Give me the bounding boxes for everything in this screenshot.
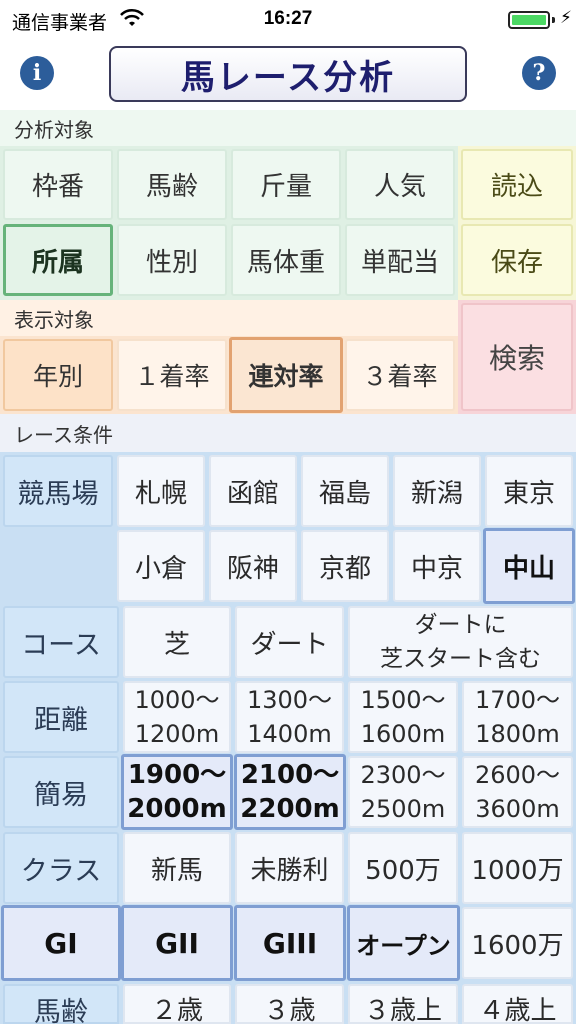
distance-1000-1200[interactable]: 1000〜 1200m	[123, 681, 231, 753]
distance-from: 2600〜	[474, 761, 561, 789]
racecourse-fukushima[interactable]: 福島	[301, 455, 389, 527]
racecourse-hanshin[interactable]: 阪神	[209, 530, 297, 602]
racecourse-tokyo[interactable]: 東京	[485, 455, 573, 527]
display-top3-rate-button[interactable]: ３着率	[345, 339, 455, 411]
info-icon[interactable]: i	[20, 56, 54, 90]
distance-header: 距離	[3, 681, 119, 753]
load-button[interactable]: 読込	[461, 149, 573, 220]
course-dirt-turf-line2: 芝スタート含む	[380, 646, 541, 672]
distance-to: 2200m	[240, 794, 340, 824]
distance-1900-2000[interactable]: 1900〜 2000m	[121, 754, 233, 830]
age-3yo[interactable]: ３歳	[235, 984, 344, 1026]
class-g2[interactable]: GII	[121, 905, 233, 981]
distance-2300-2500[interactable]: 2300〜 2500m	[348, 756, 458, 828]
distance-2100-2200[interactable]: 2100〜 2200m	[234, 754, 346, 830]
analysis-sex-button[interactable]: 性別	[117, 224, 227, 296]
distance-from: 1700〜	[474, 686, 561, 714]
status-bar: 通信事業者 16:27 ⚡	[0, 0, 576, 40]
status-time: 16:27	[263, 8, 313, 29]
battery-icon	[508, 11, 550, 29]
distance-to: 1600m	[360, 720, 446, 748]
help-icon[interactable]: ?	[522, 56, 556, 90]
class-500[interactable]: 500万	[348, 832, 458, 904]
distance-from: 1000〜	[134, 686, 220, 714]
class-1000[interactable]: 1000万	[462, 832, 573, 904]
racecourse-nakayama[interactable]: 中山	[483, 528, 575, 604]
display-yearly-button[interactable]: 年別	[3, 339, 113, 411]
distance-to: 2000m	[127, 794, 227, 824]
racecourse-sapporo[interactable]: 札幌	[117, 455, 205, 527]
analysis-popularity-button[interactable]: 人気	[345, 149, 455, 220]
class-g3[interactable]: GIII	[234, 905, 346, 981]
distance-to: 3600m	[475, 795, 560, 823]
analysis-waku-button[interactable]: 枠番	[3, 149, 113, 220]
age-header: 馬齢	[3, 984, 119, 1028]
racecourse-header: 競馬場	[3, 455, 113, 527]
distance-1500-1600[interactable]: 1500〜 1600m	[348, 681, 458, 753]
racecourse-hakodate[interactable]: 函館	[209, 455, 297, 527]
distance-from: 2100〜	[240, 760, 340, 790]
app-title: 馬レース分析	[109, 46, 467, 102]
course-dirt-turf-start[interactable]: ダートに 芝スタート含む	[348, 606, 573, 678]
class-g1[interactable]: GI	[1, 905, 121, 981]
class-open[interactable]: オープン	[347, 905, 460, 981]
class-newcomer[interactable]: 新馬	[123, 832, 231, 904]
racecourse-niigata[interactable]: 新潟	[393, 455, 481, 527]
analysis-body-weight-button[interactable]: 馬体重	[231, 224, 341, 296]
distance-to: 1400m	[247, 720, 332, 748]
save-button[interactable]: 保存	[461, 224, 573, 296]
display-win-rate-button[interactable]: １着率	[117, 339, 227, 411]
race-conditions-label: レース条件	[0, 414, 576, 452]
distance-from: 1900〜	[127, 760, 227, 790]
distance-to: 1800m	[475, 720, 560, 748]
age-2yo[interactable]: ２歳	[123, 984, 231, 1026]
analysis-stable-button[interactable]: 所属	[3, 224, 113, 296]
course-dirt[interactable]: ダート	[235, 606, 344, 678]
class-header: クラス	[3, 832, 119, 904]
analysis-weight-button[interactable]: 斤量	[231, 149, 341, 220]
analysis-section-label: 分析対象	[0, 110, 576, 146]
distance-from: 1500〜	[360, 686, 446, 714]
course-turf[interactable]: 芝	[123, 606, 231, 678]
class-maiden[interactable]: 未勝利	[235, 832, 344, 904]
distance-to: 2500m	[360, 795, 446, 823]
racecourse-chukyo[interactable]: 中京	[393, 530, 481, 602]
simple-header: 簡易	[3, 756, 119, 828]
analysis-win-payout-button[interactable]: 単配当	[345, 224, 455, 296]
display-section-label: 表示対象	[0, 300, 458, 336]
distance-2600-3600[interactable]: 2600〜 3600m	[462, 756, 573, 828]
battery-tip	[552, 17, 555, 23]
distance-1300-1400[interactable]: 1300〜 1400m	[235, 681, 344, 753]
age-4yo-up[interactable]: ４歳上	[462, 984, 573, 1026]
course-header: コース	[3, 606, 119, 678]
racecourse-kokura[interactable]: 小倉	[117, 530, 205, 602]
charging-icon: ⚡	[560, 8, 572, 28]
search-button[interactable]: 検索	[461, 303, 573, 411]
distance-1700-1800[interactable]: 1700〜 1800m	[462, 681, 573, 753]
display-top2-rate-button[interactable]: 連対率	[229, 337, 343, 413]
distance-to: 1200m	[134, 720, 220, 748]
class-1600[interactable]: 1600万	[462, 907, 573, 979]
age-3yo-up[interactable]: ３歳上	[348, 984, 458, 1026]
course-dirt-turf-line1: ダートに	[414, 612, 507, 638]
analysis-age-button[interactable]: 馬齢	[117, 149, 227, 220]
racecourse-kyoto[interactable]: 京都	[301, 530, 389, 602]
distance-from: 1300〜	[246, 686, 333, 714]
distance-from: 2300〜	[360, 761, 446, 789]
